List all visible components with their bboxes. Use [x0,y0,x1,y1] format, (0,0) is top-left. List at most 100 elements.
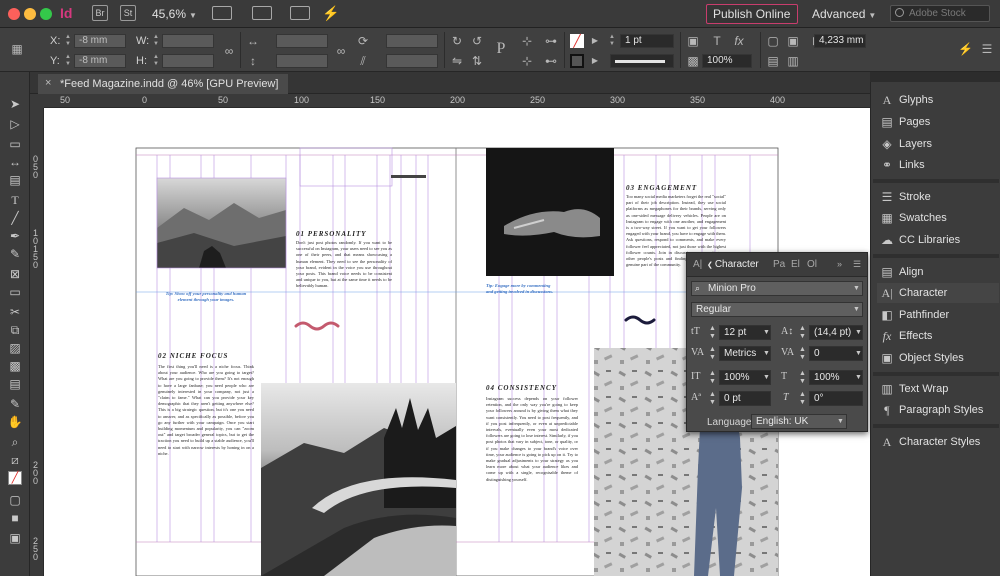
formatting-affects-icon[interactable]: ▢ [6,492,24,508]
stroke-swatch-icon[interactable] [570,54,584,68]
center-content-icon[interactable]: ▥ [786,54,800,68]
stroke-weight-field[interactable]: 1 pt [620,34,674,48]
dock-item-text-wrap[interactable]: ▥ Text Wrap [877,379,999,399]
font-family-field[interactable]: ⌕ Minion Pro [691,281,863,296]
tab-glyphs[interactable]: A| [693,259,702,270]
opacity-field[interactable]: 100% [702,54,752,68]
bridge-button[interactable]: Br [92,5,108,21]
hand-tool-icon[interactable]: ✋ [6,414,24,430]
panel-menu-icon[interactable]: ☰ [853,259,861,270]
tip-right[interactable]: Tip: Engage more by commenting and getti… [486,283,556,295]
rotate-90-ccw-icon[interactable]: ↺ [470,34,484,48]
vertical-scale-dropdown-arrow[interactable]: ▼ [763,374,770,381]
font-size-dropdown-arrow[interactable]: ▼ [763,329,770,336]
minimize-window-button[interactable] [24,8,36,20]
select-previous-icon[interactable]: ⊶ [544,34,558,48]
document-tab[interactable]: × *Feed Magazine.indd @ 46% [GPU Preview… [38,74,289,94]
skew-field[interactable]: 0° [809,391,863,406]
screen-mode-tool-icon[interactable]: ▣ [6,530,24,546]
font-family-dropdown-arrow[interactable]: ▼ [853,285,860,292]
close-tab-icon[interactable]: × [45,77,51,89]
fill-swatch-none-icon[interactable]: ╱ [570,34,584,48]
ruler-origin[interactable] [30,94,44,108]
gutter-field[interactable]: 4,233 mm [814,34,866,48]
direct-selection-tool-icon[interactable]: ▷ [6,116,24,132]
direct-selection-p-icon[interactable]: P [494,41,508,57]
y-position-field[interactable]: -8 mm [74,54,126,68]
apply-color-icon[interactable]: ■ [6,510,24,526]
publish-online-button[interactable]: Publish Online [706,4,798,24]
dock-item-paragraph-styles[interactable]: ¶ Paragraph Styles [877,400,999,420]
gap-tool-icon[interactable]: ↔ [6,154,24,170]
rotate-90-cw-icon[interactable]: ↻ [450,34,464,48]
constrain-proportions-icon[interactable]: ∞ [222,44,236,58]
leading-dropdown-arrow[interactable]: ▼ [855,329,862,336]
dock-item-glyphs[interactable]: A Glyphs [877,90,999,110]
w-stepper[interactable]: ▲ ▼ [152,34,160,48]
horizontal-ruler[interactable]: 50 0 50 100 150 200 250 300 350 400 [44,94,870,108]
select-container-icon[interactable]: ⊹ [520,34,534,48]
panel-menu-icon[interactable]: ☰ [980,42,994,56]
selection-tool-icon[interactable]: ➤ [6,96,24,112]
collapse-panel-icon[interactable]: » [837,259,842,269]
arrange-documents-icon[interactable] [290,6,310,20]
scale-y-field[interactable] [276,54,328,68]
gpu-performance-icon[interactable]: ⚡ [322,6,339,20]
horizontal-scale-dropdown-arrow[interactable]: ▼ [855,374,862,381]
language-dropdown-arrow[interactable]: ▼ [837,418,844,425]
dock-item-align[interactable]: ▤ Align [877,262,999,282]
fit-proportional-icon[interactable]: ▤ [766,54,780,68]
dock-item-cc-libraries[interactable]: ☁ CC Libraries [877,230,999,250]
screen-mode-icon[interactable] [252,6,272,20]
kerning-dropdown-arrow[interactable]: ▼ [763,350,770,357]
baseline-shift-stepper[interactable]: ▲ ▼ [709,391,716,407]
niche-focus-body-text[interactable]: The first thing you'll need is a niche f… [158,364,254,468]
close-window-button[interactable] [8,8,20,20]
pencil-tool-icon[interactable]: ✎ [6,246,24,262]
font-style-field[interactable]: Regular [691,302,863,317]
fill-stroke-swatch-icon[interactable]: ╱ [6,470,24,486]
dock-item-links[interactable]: ⚭ Links [877,155,999,175]
drop-shadow-icon[interactable]: ▣ [686,34,700,48]
type-tool-icon[interactable]: T [6,192,24,208]
adobe-stock-search[interactable]: Adobe Stock [890,5,990,22]
tracking-dropdown-arrow[interactable]: ▼ [855,350,862,357]
page-tool-icon[interactable]: ▭ [6,136,24,152]
select-content-icon[interactable]: ⊹ [520,54,534,68]
tab-paragraph[interactable]: Pa [773,259,785,270]
zoom-level-dropdown[interactable]: 45,6% ▼ [152,7,197,21]
view-options-icon[interactable] [212,6,232,20]
height-field[interactable] [162,54,214,68]
font-size-stepper[interactable]: ▲ ▼ [709,325,716,341]
fit-content-icon[interactable]: ▣ [786,34,800,48]
dock-item-character-styles[interactable]: A Character Styles [877,432,999,452]
personality-heading[interactable]: 01 PERSONALITY [296,230,386,238]
free-transform-tool-icon[interactable]: ⧉ [6,322,24,338]
h-stepper[interactable]: ▲ ▼ [152,54,160,68]
niche-focus-heading[interactable]: 02 NICHE FOCUS [158,352,254,360]
stock-button[interactable]: St [120,5,136,21]
baseline-shift-field[interactable]: 0 pt [719,391,771,406]
leading-stepper[interactable]: ▲ ▼ [799,325,806,341]
vertical-ruler[interactable]: 05010150200250 [30,108,44,576]
workspace-switcher[interactable]: Advanced ▼ [812,7,876,21]
consistency-body-text[interactable]: Instagram success depends on your follow… [486,396,578,500]
note-tool-icon[interactable]: ▤ [6,376,24,392]
shear-field[interactable] [386,54,438,68]
tracking-stepper[interactable]: ▲ ▼ [799,346,806,362]
tip-left[interactable]: Tip: Show off your personality and human… [158,291,254,303]
line-tool-icon[interactable]: ╱ [6,210,24,226]
width-field[interactable] [162,34,214,48]
dock-item-swatches[interactable]: ▦ Swatches [877,208,999,228]
scale-x-field[interactable] [276,34,328,48]
tab-object-styles[interactable]: Ol [807,259,817,270]
dock-item-pages[interactable]: ▤ Pages [877,112,999,132]
fit-frame-icon[interactable]: ▢ [766,34,780,48]
effects-fx-icon[interactable]: fx [732,34,746,48]
dock-item-character[interactable]: A| Character [877,283,999,303]
skew-stepper[interactable]: ▲ ▼ [799,391,806,407]
x-position-field[interactable]: -8 mm [74,34,126,48]
engagement-heading[interactable]: 03 ENGAGEMENT [626,184,726,192]
stroke-weight-stepper[interactable]: ▲ ▼ [608,34,616,48]
stroke-dropdown-icon[interactable]: ▶ [588,54,602,68]
